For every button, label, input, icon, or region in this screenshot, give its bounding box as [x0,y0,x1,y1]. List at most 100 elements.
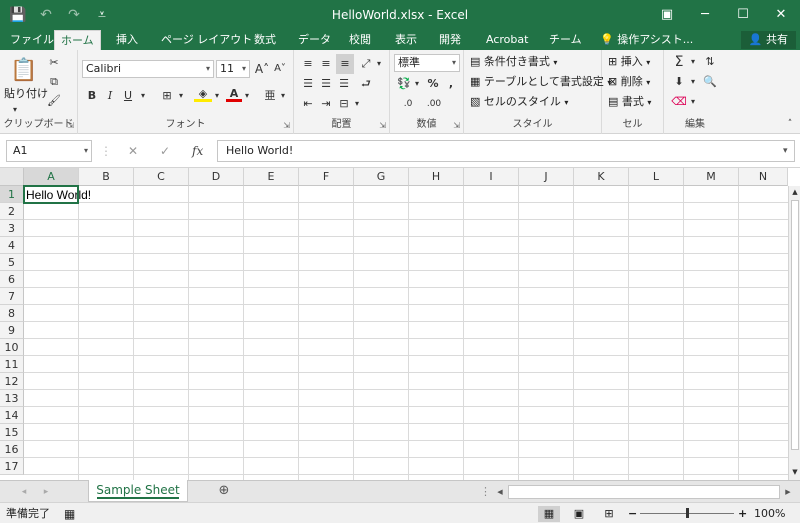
format-as-table-button[interactable]: ▦ テーブルとして書式設定 ▾ [470,74,611,90]
percent-icon[interactable]: % [426,76,440,92]
expand-formula-bar-icon[interactable]: ▾ [783,140,788,162]
clipboard-launcher-icon[interactable]: ⇲ [67,121,74,130]
orientation-icon[interactable]: ⤢ [358,56,374,72]
collapse-ribbon-icon[interactable]: ˄ [784,116,796,132]
copy-icon[interactable]: ⧉ [46,74,62,90]
tab-data[interactable]: データ [292,30,337,50]
scroll-down-icon[interactable]: ▼ [789,466,800,478]
italic-icon[interactable]: I [102,88,118,104]
row-header[interactable]: 4 [0,237,24,254]
merge-dropdown-icon[interactable]: ▾ [352,96,362,112]
close-button[interactable]: ✕ [762,0,800,30]
font-color-icon[interactable]: A [226,86,242,102]
increase-indent-icon[interactable]: ⇥ [318,96,334,112]
delete-cells-button[interactable]: ⊠ 削除 ▾ [608,74,650,90]
fill-icon[interactable]: ⬇ [670,74,688,90]
row-header[interactable]: 7 [0,288,24,305]
row-header[interactable]: 11 [0,356,24,373]
clear-dropdown-icon[interactable]: ▾ [688,94,698,110]
column-header[interactable]: H [409,168,464,186]
sheet-tab-sample-sheet[interactable]: Sample Sheet [88,480,188,502]
new-sheet-icon[interactable]: ⊕ [216,483,232,499]
align-right-icon[interactable]: ☰ [336,76,352,92]
number-format-select[interactable]: 標準 ▾ [394,54,460,72]
sort-filter-icon[interactable]: ⇅ [702,54,718,70]
number-launcher-icon[interactable]: ⇲ [453,121,460,130]
page-break-view-icon[interactable]: ⊞ [598,506,620,522]
column-header[interactable]: M [684,168,739,186]
maximize-button[interactable]: ☐ [724,0,762,30]
wrap-text-icon[interactable]: ⮐ [358,76,374,92]
zoom-in-icon[interactable]: + [738,506,747,522]
grow-font-icon[interactable]: A˄ [254,61,270,77]
scroll-right-icon[interactable]: ▶ [782,484,794,500]
tab-acrobat[interactable]: Acrobat [480,30,534,50]
align-top-icon[interactable]: ≡ [300,56,316,72]
shrink-font-icon[interactable]: A˅ [272,61,288,77]
align-bottom-icon[interactable]: ≡ [336,54,354,74]
clear-icon[interactable]: ⌫ [670,94,688,110]
row-header[interactable]: 6 [0,271,24,288]
row-header[interactable]: 16 [0,441,24,458]
underline-icon[interactable]: U [120,88,136,104]
row-header[interactable]: 10 [0,339,24,356]
row-header[interactable]: 1 [0,186,24,203]
fill-color-dropdown-icon[interactable]: ▾ [212,88,222,104]
worksheet-grid[interactable]: A B C D E F G H I J K L M N 1 2 3 4 5 6 … [0,168,800,480]
macro-record-icon[interactable]: ▦ [64,506,75,522]
row-header[interactable]: 15 [0,424,24,441]
row-header[interactable]: 5 [0,254,24,271]
font-color-dropdown-icon[interactable]: ▾ [242,88,252,104]
tab-formulas[interactable]: 数式 [248,30,282,50]
format-cells-button[interactable]: ▤ 書式 ▾ [608,94,651,110]
zoom-out-icon[interactable]: − [628,506,637,522]
borders-dropdown-icon[interactable]: ▾ [176,88,186,104]
insert-function-icon[interactable]: fx [192,140,203,162]
column-header[interactable]: N [739,168,788,186]
phonetic-guide-icon[interactable]: 亜 [262,88,278,104]
font-launcher-icon[interactable]: ⇲ [283,121,290,130]
tab-home[interactable]: ホーム [54,30,101,50]
tab-view[interactable]: 表示 [389,30,423,50]
fill-dropdown-icon[interactable]: ▾ [688,74,698,90]
column-header[interactable]: K [574,168,629,186]
orientation-dropdown-icon[interactable]: ▾ [374,56,384,72]
phonetic-dropdown-icon[interactable]: ▾ [278,88,288,104]
bold-icon[interactable]: B [84,88,100,104]
accounting-format-icon[interactable]: 💱 [396,76,412,92]
column-header[interactable]: C [134,168,189,186]
next-sheet-icon[interactable]: ▸ [40,484,52,500]
conditional-formatting-button[interactable]: ▤ 条件付き書式 ▾ [470,54,557,70]
align-center-icon[interactable]: ☰ [318,76,334,92]
column-header[interactable]: F [299,168,354,186]
tab-page-layout[interactable]: ページ レイアウト [155,30,258,50]
row-header[interactable]: 9 [0,322,24,339]
align-left-icon[interactable]: ☰ [300,76,316,92]
column-header[interactable]: L [629,168,684,186]
column-header[interactable]: G [354,168,409,186]
tab-insert[interactable]: 挿入 [110,30,144,50]
row-header[interactable]: 13 [0,390,24,407]
formula-input[interactable]: Hello World! [217,140,795,162]
select-all-button[interactable] [0,168,24,186]
vertical-scroll-thumb[interactable] [791,200,799,450]
autosum-icon[interactable]: Σ [670,54,688,70]
column-header[interactable]: B [79,168,134,186]
column-header[interactable]: J [519,168,574,186]
comma-style-icon[interactable]: , [444,76,458,92]
font-size-select[interactable]: 11 ▾ [216,60,250,78]
zoom-level[interactable]: 100% [754,506,785,522]
font-name-select[interactable]: Calibri ▾ [82,60,214,78]
accounting-dropdown-icon[interactable]: ▾ [412,76,422,92]
format-painter-icon[interactable]: 🖌 [46,93,62,109]
confirm-entry-icon[interactable]: ✓ [160,140,170,162]
insert-cells-button[interactable]: ⊞ 挿入 ▾ [608,54,650,70]
tab-team[interactable]: チーム [543,30,588,50]
tab-developer[interactable]: 開発 [433,30,467,50]
name-box[interactable]: A1 ▾ [6,140,92,162]
decrease-decimal-icon[interactable]: .00 [422,96,446,112]
horizontal-scrollbar[interactable] [508,485,780,499]
row-header[interactable]: 8 [0,305,24,322]
alignment-launcher-icon[interactable]: ⇲ [379,121,386,130]
row-header[interactable]: 12 [0,373,24,390]
